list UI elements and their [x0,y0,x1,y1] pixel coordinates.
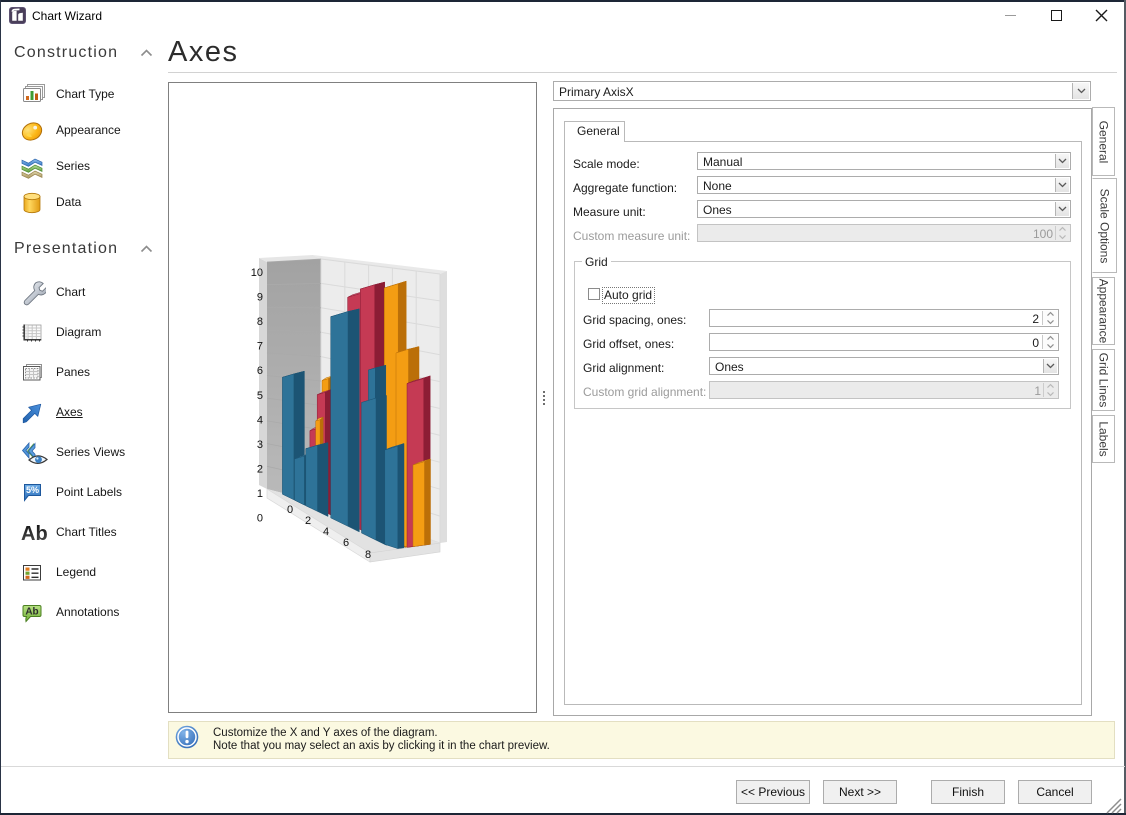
svg-text:8: 8 [365,549,371,561]
svg-text:9: 9 [257,292,263,304]
svg-text:8: 8 [257,316,263,328]
svg-text:7: 7 [257,341,263,353]
svg-text:10: 10 [251,267,263,279]
svg-text:3: 3 [257,439,263,451]
svg-text:2: 2 [257,463,263,475]
svg-text:Ab: Ab [21,523,48,545]
svg-text:6: 6 [343,537,349,549]
svg-text:1: 1 [257,488,263,500]
svg-text:5: 5 [257,390,263,402]
svg-text:4: 4 [323,526,329,538]
svg-text:0: 0 [257,513,263,525]
svg-text:2: 2 [305,515,311,527]
svg-text:5%: 5% [26,485,39,495]
svg-text:6: 6 [257,365,263,377]
svg-text:Ab: Ab [25,607,38,618]
svg-text:0: 0 [287,504,293,516]
svg-text:4: 4 [257,414,263,426]
